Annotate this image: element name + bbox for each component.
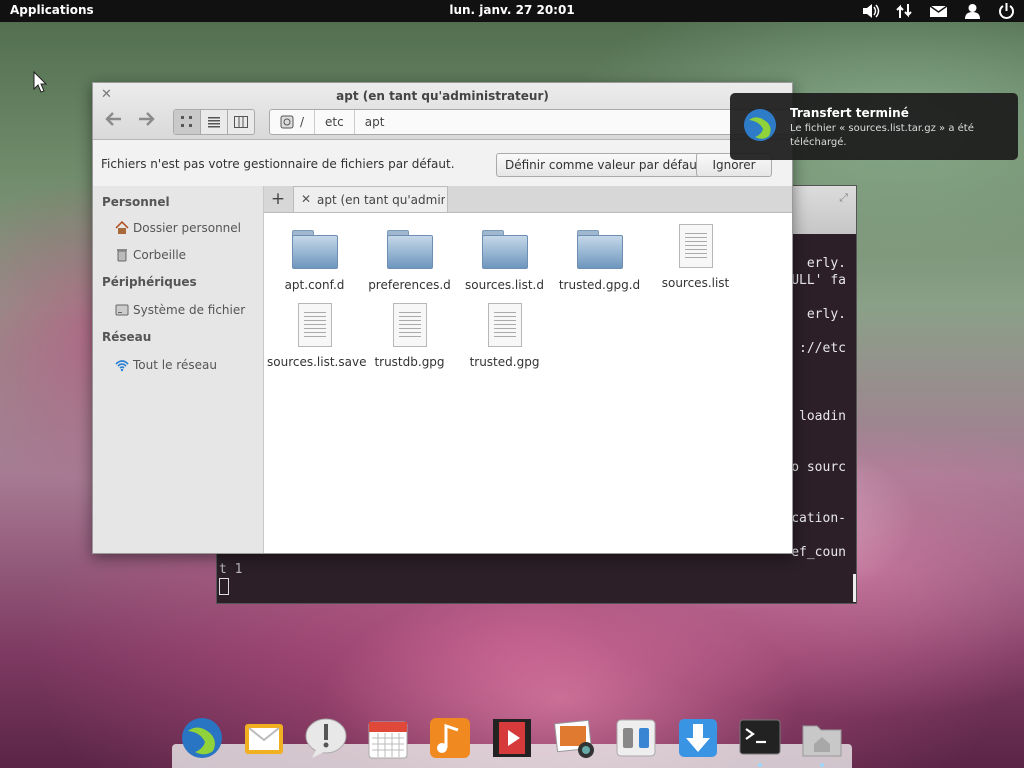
user-icon[interactable] <box>963 2 982 20</box>
back-button[interactable] <box>101 110 127 134</box>
music-icon[interactable] <box>428 716 472 760</box>
grid-icon <box>181 116 192 127</box>
sidebar-item-network[interactable]: Tout le réseau <box>115 358 217 372</box>
download-notification[interactable]: Transfert terminé Le fichier « sources.l… <box>730 93 1018 160</box>
file-item[interactable]: sources.list.save <box>267 303 366 369</box>
sidebar-section-network: Réseau <box>102 330 152 344</box>
home-icon <box>115 221 129 234</box>
terminal-cursor <box>219 578 229 595</box>
tab-apt[interactable]: ✕ apt (en tant qu'admini… <box>293 186 448 212</box>
terminal-last-line: t 1 <box>219 562 243 577</box>
forward-arrow-icon <box>139 112 155 126</box>
grid-view-button[interactable] <box>174 110 201 134</box>
settings-icon[interactable] <box>614 716 658 760</box>
text-file-icon <box>392 303 427 347</box>
path-bar: / etc apt <box>269 109 796 135</box>
close-tab-icon[interactable]: ✕ <box>301 192 311 206</box>
trash-icon <box>117 249 127 262</box>
tab-bar: + ✕ apt (en tant qu'admini… <box>264 186 792 213</box>
calendar-icon[interactable] <box>366 716 410 760</box>
sidebar-section-devices: Périphériques <box>102 275 197 289</box>
view-switcher <box>173 109 255 135</box>
back-arrow-icon <box>105 112 121 126</box>
terminal-icon[interactable] <box>738 716 782 767</box>
files-icon[interactable] <box>800 716 844 767</box>
indicator-tray <box>861 2 1016 20</box>
terminal-line: cation- <box>791 511 846 526</box>
terminal-line: erly. <box>806 256 846 271</box>
sidebar-item-home[interactable]: Dossier personnel <box>115 221 241 235</box>
file-item[interactable]: sources.list <box>648 224 743 290</box>
text-file-icon <box>297 303 332 347</box>
volume-icon[interactable] <box>861 2 880 20</box>
folder-icon <box>576 230 623 270</box>
downloads-icon[interactable] <box>676 716 720 760</box>
maximize-icon[interactable]: ⤢ <box>839 191 848 205</box>
file-item[interactable]: trustdb.gpg <box>362 303 457 369</box>
window-title: apt (en tant qu'administrateur) <box>336 89 549 103</box>
column-view-button[interactable] <box>228 110 254 134</box>
photos-icon[interactable] <box>552 716 596 760</box>
terminal-line: ULL' fa <box>791 273 846 288</box>
mail-icon[interactable] <box>242 716 286 760</box>
file-item[interactable]: apt.conf.d <box>267 230 362 292</box>
path-segment-root[interactable]: / <box>270 110 316 134</box>
sidebar-item-filesystem[interactable]: Système de fichier <box>115 303 245 317</box>
default-manager-infobar: Fichiers n'est pas votre gestionnaire de… <box>93 140 792 187</box>
terminal-scrollbar[interactable] <box>853 574 856 602</box>
text-file-icon <box>487 303 522 347</box>
terminal-line: erly. <box>806 307 846 322</box>
terminal-line: loadin <box>799 409 846 424</box>
browser-icon[interactable] <box>180 716 224 760</box>
text-file-icon <box>678 224 713 268</box>
sidebar: Personnel Dossier personnel Corbeille Pé… <box>93 186 264 553</box>
wifi-icon <box>115 360 129 372</box>
browser-icon <box>744 109 776 141</box>
tab-label: apt (en tant qu'admini… <box>317 193 445 207</box>
path-segment-apt[interactable]: apt <box>355 110 395 134</box>
power-icon[interactable] <box>997 2 1016 20</box>
sidebar-item-trash[interactable]: Corbeille <box>115 248 186 262</box>
mouse-cursor-icon <box>33 70 48 96</box>
forward-button[interactable] <box>133 110 159 134</box>
notification-title: Transfert terminé <box>790 106 909 120</box>
file-item[interactable]: sources.list.d <box>457 230 552 292</box>
top-panel: Applications lun. janv. 27 20:01 <box>0 0 1024 22</box>
list-view-button[interactable] <box>201 110 228 134</box>
file-item[interactable]: trusted.gpg.d <box>552 230 647 292</box>
file-grid: apt.conf.d preferences.d sources.list.d … <box>264 213 792 553</box>
path-segment-etc[interactable]: etc <box>315 110 355 134</box>
list-icon <box>208 117 220 128</box>
file-manager-window: ✕ apt (en tant qu'administrateur) / etc <box>92 82 796 554</box>
folder-icon <box>481 230 528 270</box>
mail-icon[interactable] <box>929 2 948 20</box>
terminal-line: o sourc <box>791 460 846 475</box>
titlebar[interactable]: ✕ apt (en tant qu'administrateur) / etc <box>93 83 796 140</box>
terminal-line: ://etc <box>799 341 846 356</box>
notification-body: Le fichier « sources.list.tar.gz » a été… <box>790 123 974 148</box>
set-default-button[interactable]: Définir comme valeur par défaut <box>496 153 711 177</box>
folder-icon <box>386 230 433 270</box>
drive-icon <box>115 304 129 316</box>
running-indicator <box>758 763 762 767</box>
drive-icon <box>280 115 294 129</box>
file-item[interactable]: trusted.gpg <box>457 303 552 369</box>
folder-icon <box>291 230 338 270</box>
alert-icon[interactable] <box>304 716 348 760</box>
running-indicator <box>820 763 824 767</box>
file-item[interactable]: preferences.d <box>362 230 457 292</box>
video-icon[interactable] <box>490 716 534 760</box>
network-icon[interactable] <box>895 2 914 20</box>
infobar-message: Fichiers n'est pas votre gestionnaire de… <box>101 157 455 171</box>
sidebar-section-personal: Personnel <box>102 195 170 209</box>
columns-icon <box>234 116 248 128</box>
terminal-line: ef_coun <box>791 545 846 560</box>
new-tab-button[interactable]: + <box>264 186 292 212</box>
